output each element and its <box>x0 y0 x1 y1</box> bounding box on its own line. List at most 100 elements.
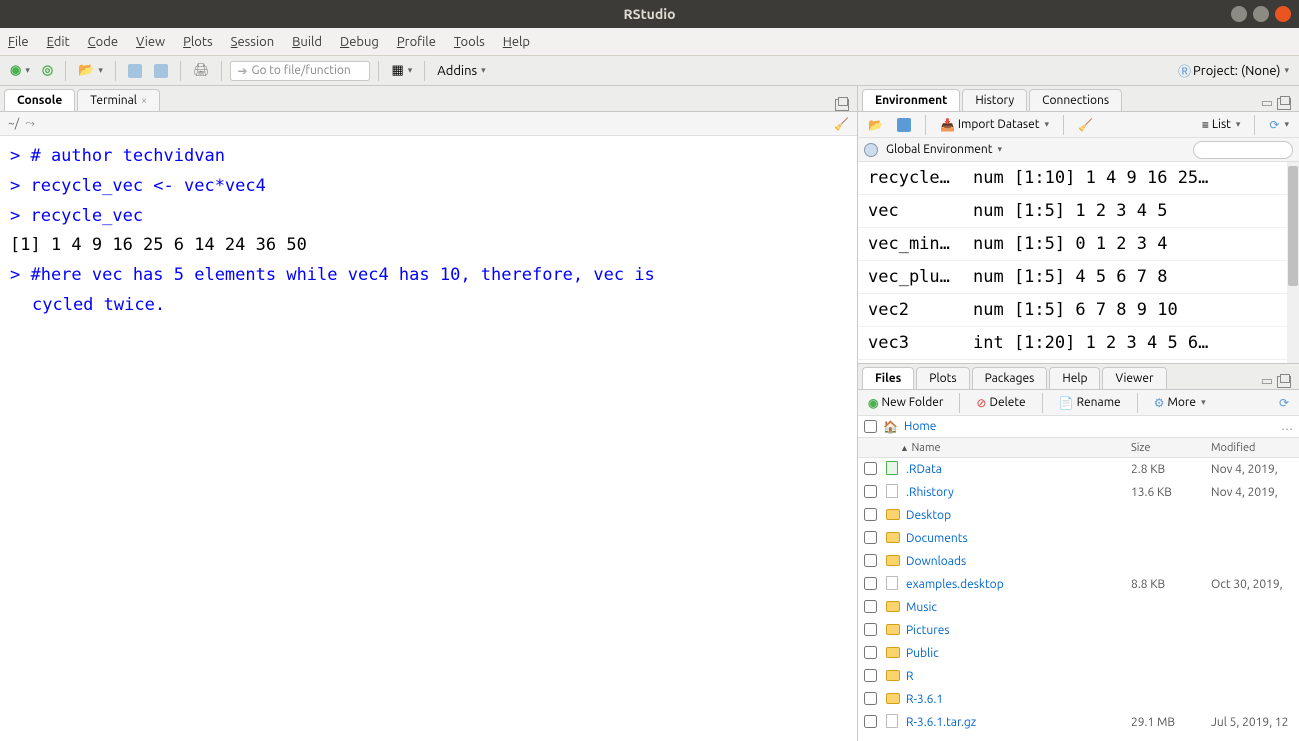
env-variable-row[interactable]: recycle…num [1:10] 1 4 9 16 25… <box>858 162 1299 195</box>
minimize-button[interactable] <box>1231 6 1247 22</box>
pane-layout-icon[interactable] <box>1277 376 1291 388</box>
file-row[interactable]: R-3.6.1 <box>858 688 1299 711</box>
path-more-button[interactable]: … <box>1281 420 1293 433</box>
file-row[interactable]: Music <box>858 596 1299 619</box>
file-row[interactable]: Pictures <box>858 619 1299 642</box>
file-name[interactable]: R <box>906 670 1131 683</box>
menu-file[interactable]: File <box>8 35 29 49</box>
select-all-checkbox[interactable] <box>864 420 877 433</box>
print-button[interactable]: 🖨 <box>189 61 214 80</box>
file-name[interactable]: Music <box>906 601 1131 614</box>
env-variable-row[interactable]: vec_plu…num [1:5] 4 5 6 7 8 <box>858 261 1299 294</box>
new-project-button[interactable]: ◎ <box>38 61 57 80</box>
file-name[interactable]: examples.desktop <box>906 578 1131 591</box>
save-all-button[interactable] <box>150 62 172 80</box>
env-variable-row[interactable]: vec3int [1:20] 1 2 3 4 5 6… <box>858 327 1299 360</box>
file-row[interactable]: .Rhistory13.6 KBNov 4, 2019, <box>858 481 1299 504</box>
col-size[interactable]: Size <box>1131 442 1211 454</box>
refresh-env-button[interactable]: ⟳▾ <box>1265 116 1293 134</box>
tab-history[interactable]: History <box>962 89 1027 111</box>
file-checkbox[interactable] <box>864 554 877 567</box>
tab-plots[interactable]: Plots <box>916 367 969 389</box>
project-button[interactable]: Ⓡ Project: (None)▾ <box>1174 59 1293 82</box>
menu-debug[interactable]: Debug <box>340 35 379 49</box>
file-name[interactable]: Pictures <box>906 624 1131 637</box>
file-checkbox[interactable] <box>864 462 877 475</box>
file-checkbox[interactable] <box>864 485 877 498</box>
file-row[interactable]: Desktop <box>858 504 1299 527</box>
file-row[interactable]: Downloads <box>858 550 1299 573</box>
list-view-button[interactable]: ≡ List▾ <box>1198 116 1245 134</box>
new-folder-button[interactable]: ◉ New Folder <box>864 394 947 412</box>
minimize-pane-icon[interactable]: ▭ <box>1261 96 1273 111</box>
env-variable-row[interactable]: vec_min…num [1:5] 0 1 2 3 4 <box>858 228 1299 261</box>
file-name[interactable]: Downloads <box>906 555 1131 568</box>
env-variable-row[interactable]: vec2num [1:5] 6 7 8 9 10 <box>858 294 1299 327</box>
menu-code[interactable]: Code <box>88 35 118 49</box>
file-checkbox[interactable] <box>864 669 877 682</box>
pane-layout-icon[interactable] <box>1277 98 1291 110</box>
close-button[interactable] <box>1275 6 1291 22</box>
clear-console-icon[interactable]: 🧹 <box>834 117 849 131</box>
file-row[interactable]: Public <box>858 642 1299 665</box>
file-row[interactable]: R-3.6.1.tar.gz29.1 MBJul 5, 2019, 12 <box>858 711 1299 734</box>
file-name[interactable]: Public <box>906 647 1131 660</box>
console-output[interactable]: > # author techvidvan> recycle_vec <- ve… <box>0 136 857 741</box>
open-file-button[interactable]: 📂▾ <box>74 61 107 80</box>
load-workspace-button[interactable]: 📂 <box>864 116 887 134</box>
tab-files[interactable]: Files <box>862 367 914 389</box>
file-checkbox[interactable] <box>864 623 877 636</box>
file-checkbox[interactable] <box>864 646 877 659</box>
goto-file-input[interactable]: ➔ Go to file/function <box>230 61 370 81</box>
file-name[interactable]: R-3.6.1.tar.gz <box>906 716 1131 729</box>
tab-viewer[interactable]: Viewer <box>1102 367 1166 389</box>
menu-tools[interactable]: Tools <box>454 35 485 49</box>
file-name[interactable]: R-3.6.1 <box>906 693 1131 706</box>
clear-env-button[interactable]: 🧹 <box>1074 116 1097 134</box>
save-button[interactable] <box>124 62 146 80</box>
maximize-button[interactable] <box>1253 6 1269 22</box>
file-name[interactable]: .Rhistory <box>906 486 1131 499</box>
col-modified[interactable]: Modified <box>1211 442 1299 454</box>
new-file-button[interactable]: ◉▾ <box>6 61 34 80</box>
col-name[interactable]: Name <box>911 442 940 454</box>
file-row[interactable]: Documents <box>858 527 1299 550</box>
file-name[interactable]: .RData <box>906 463 1131 476</box>
env-search-input[interactable] <box>1193 141 1293 159</box>
delete-button[interactable]: ⊘ Delete <box>972 394 1029 412</box>
env-variable-row[interactable]: vecnum [1:5] 1 2 3 4 5 <box>858 195 1299 228</box>
pane-layout-icon[interactable] <box>835 99 849 111</box>
menu-profile[interactable]: Profile <box>397 35 436 49</box>
scope-selector[interactable]: Global Environment▾ <box>882 141 1006 158</box>
path-home-link[interactable]: Home <box>904 420 936 433</box>
menu-session[interactable]: Session <box>231 35 274 49</box>
file-name[interactable]: Documents <box>906 532 1131 545</box>
file-checkbox[interactable] <box>864 577 877 590</box>
tab-console[interactable]: Console <box>4 89 75 111</box>
menu-help[interactable]: Help <box>503 35 530 49</box>
menu-edit[interactable]: Edit <box>47 35 70 49</box>
rename-button[interactable]: 📄 Rename <box>1055 394 1125 412</box>
file-checkbox[interactable] <box>864 715 877 728</box>
minimize-pane-icon[interactable]: ▭ <box>1261 374 1273 389</box>
menu-view[interactable]: View <box>136 35 165 49</box>
tab-help[interactable]: Help <box>1049 367 1100 389</box>
menu-plots[interactable]: Plots <box>183 35 213 49</box>
file-name[interactable]: Desktop <box>906 509 1131 522</box>
file-row[interactable]: .RData2.8 KBNov 4, 2019, <box>858 458 1299 481</box>
scrollbar[interactable] <box>1287 162 1299 363</box>
file-checkbox[interactable] <box>864 531 877 544</box>
tab-environment[interactable]: Environment <box>862 89 960 111</box>
import-dataset-button[interactable]: 📥 Import Dataset▾ <box>936 116 1053 134</box>
tab-connections[interactable]: Connections <box>1029 89 1122 111</box>
home-icon[interactable]: 🏠 <box>883 420 898 434</box>
file-checkbox[interactable] <box>864 692 877 705</box>
file-checkbox[interactable] <box>864 600 877 613</box>
grid-button[interactable]: ▦▾ <box>387 61 416 80</box>
tab-terminal[interactable]: Terminal× <box>77 89 160 111</box>
file-row[interactable]: R <box>858 665 1299 688</box>
tab-packages[interactable]: Packages <box>972 367 1048 389</box>
close-icon[interactable]: × <box>141 95 147 107</box>
menu-build[interactable]: Build <box>292 35 322 49</box>
console-share-icon[interactable]: ⤳ <box>25 117 35 131</box>
